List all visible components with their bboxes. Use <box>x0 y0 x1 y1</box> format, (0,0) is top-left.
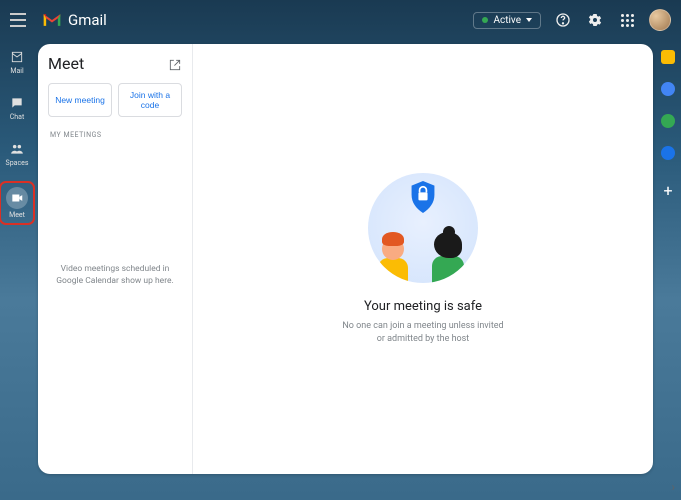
shield-icon <box>409 181 437 213</box>
person-right-icon <box>437 236 464 283</box>
collapse-sidepanel-icon[interactable]: › <box>671 480 675 494</box>
meet-main-area: Your meeting is safe No one can join a m… <box>193 44 653 474</box>
nav-label: Chat <box>10 113 25 121</box>
my-meetings-label: My Meetings <box>50 131 182 139</box>
nav-label: Meet <box>9 211 25 219</box>
nav-item-meet[interactable]: Meet <box>2 184 32 222</box>
main-menu-icon[interactable] <box>10 11 28 29</box>
person-left-icon <box>382 238 408 283</box>
apps-grid-icon[interactable] <box>617 10 637 30</box>
popout-icon[interactable] <box>168 57 182 71</box>
illustration-circle <box>368 173 478 283</box>
status-selector[interactable]: Active <box>473 12 541 29</box>
contacts-icon[interactable] <box>661 146 675 160</box>
tasks-icon[interactable] <box>661 114 675 128</box>
empty-meetings-message: Video meetings scheduled in Google Calen… <box>48 264 182 288</box>
status-dot-icon <box>482 17 488 23</box>
meet-icon <box>6 187 28 209</box>
app-name: Gmail <box>68 11 107 29</box>
keep-icon[interactable] <box>661 50 675 64</box>
chat-icon <box>9 95 25 111</box>
nav-label: Mail <box>10 67 23 75</box>
safe-title: Your meeting is safe <box>364 299 482 314</box>
meet-sidebar: Meet New meeting Join with a code My Mee… <box>38 44 193 474</box>
add-addon-icon[interactable]: + <box>661 184 675 198</box>
new-meeting-button[interactable]: New meeting <box>48 83 112 117</box>
safe-subtitle: No one can join a meeting unless invited… <box>342 320 503 345</box>
chevron-down-icon <box>526 18 532 22</box>
status-label: Active <box>493 15 521 26</box>
top-header: Gmail Active <box>0 0 681 40</box>
main-card: Meet New meeting Join with a code My Mee… <box>38 44 653 474</box>
settings-icon[interactable] <box>585 10 605 30</box>
meet-title: Meet <box>48 54 84 73</box>
mail-icon <box>9 49 25 65</box>
safe-illustration: Your meeting is safe No one can join a m… <box>342 173 503 345</box>
nav-rail: Mail Chat Spaces Meet <box>0 40 34 470</box>
gmail-logo-icon <box>42 12 62 28</box>
gmail-logo[interactable]: Gmail <box>42 11 107 29</box>
spaces-icon <box>9 141 25 157</box>
calendar-icon[interactable] <box>661 82 675 96</box>
account-avatar[interactable] <box>649 9 671 31</box>
join-with-code-button[interactable]: Join with a code <box>118 83 182 117</box>
nav-label: Spaces <box>6 159 29 167</box>
nav-item-spaces[interactable]: Spaces <box>2 138 32 170</box>
nav-item-mail[interactable]: Mail <box>2 46 32 78</box>
support-icon[interactable] <box>553 10 573 30</box>
nav-item-chat[interactable]: Chat <box>2 92 32 124</box>
side-panel: + <box>655 40 681 470</box>
